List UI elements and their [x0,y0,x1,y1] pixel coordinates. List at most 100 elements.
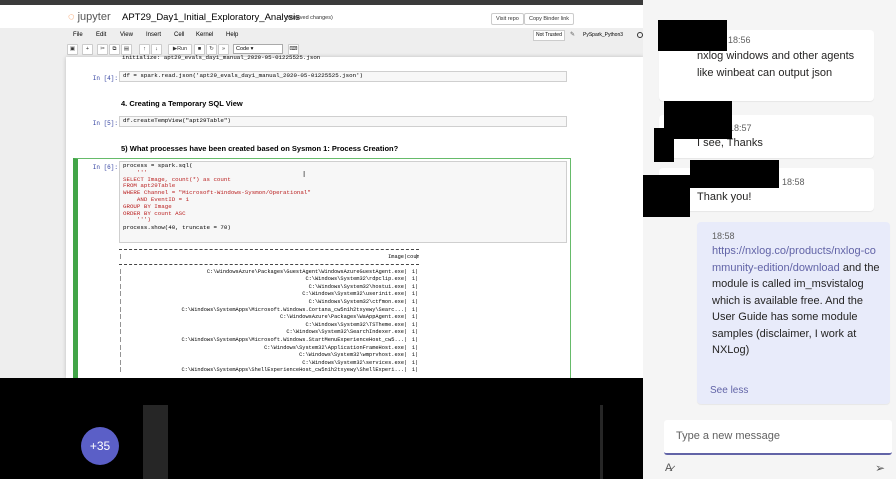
image-count: 1 [411,291,415,298]
table-row: | C:\Windows\System32\ctfmon.exe | 1 | [119,298,419,305]
cell-prompt: In [5]: [92,120,118,127]
image-path: C:\Windows\System32\services.exe [302,359,404,366]
code-cell[interactable]: df = spark.read.json('apt29_evals_day1_m… [119,71,567,82]
image-path: C:\WindowsAzure\Packages\GuestAgent\Wind… [206,268,404,275]
send-icon[interactable]: ➢ [875,461,885,475]
run-label: Run [177,46,188,52]
table-border [119,263,419,267]
redacted-sender [690,160,779,188]
message-time: 18:56 [728,35,751,45]
more-participants-badge[interactable]: +35 [81,427,119,465]
notebook-title[interactable]: APT29_Day1_Initial_Exploratory_Analysis [122,12,300,23]
redacted-sender [664,101,732,139]
image-count: 1 [411,298,415,305]
menu-edit[interactable]: Edit [96,32,106,38]
code-line: ORDER BY count ASC [123,209,186,217]
code-line: process = spark.sql( [123,162,193,169]
message-text: Thank you! [697,191,752,203]
menu-kernel[interactable]: Kernel [196,32,213,38]
not-trusted-button[interactable]: Not Trusted [533,30,565,41]
table-row: | C:\Windows\System32\SearchIndexer.exe | 1… [119,329,419,336]
code-line: SELECT Image, count(*) as count [123,175,231,183]
copy-binder-link-button[interactable]: Copy Binder link [524,13,575,25]
table-body: | C:\WindowsAzure\Packages\GuestAgent\Win… [119,269,419,375]
redacted-avatar [643,175,690,217]
image-count: 1 [411,283,415,290]
menu-insert[interactable]: Insert [146,32,161,38]
visit-repo-button[interactable]: Visit repo [491,13,524,25]
code-line: WHERE Channel = "Microsoft-Windows-Sysmo… [123,189,311,197]
cut-icon[interactable]: ✂ [97,44,108,55]
menu-file[interactable]: File [73,32,83,38]
message-body: and the module is called im_msvistalog w… [712,261,880,357]
chat-panel: 18:56 nxlog windows and other agents lik… [643,0,896,479]
save-icon[interactable]: ▣ [67,44,78,55]
image-count: 1 [411,352,415,359]
image-path: C:\Windows\System32\hostui.exe [308,283,404,290]
redacted-sender [658,20,727,51]
image-count: 1 [411,367,415,374]
image-path: C:\Windows\System32\rdpclip.exe [305,276,404,283]
image-path: C:\Windows\SystemApps\ShellExperienceHos… [181,367,404,374]
table-row: | C:\Windows\System32\TSTheme.exe | 1 | [119,321,419,328]
table-row: | C:\Windows\System32\userinit.exe | 1 | [119,291,419,298]
cell-prompt: In [6]: [92,164,118,171]
pencil-icon[interactable]: ✎ [570,31,575,38]
menu-bar: File Edit View Insert Cell Kernel Help N… [66,30,643,42]
code-cell[interactable]: df.createTempView("apt29Table") [119,116,567,127]
image-path: C:\Windows\System32\wmprvhost.exe [299,352,404,359]
section-heading: 5) What processes have been created base… [121,144,399,153]
code-line: ''') [123,216,151,224]
kernel-name: PySpark_Python3 [583,32,624,38]
participant-video [168,405,600,479]
image-count: 1 [411,276,415,283]
image-count: 1 [411,359,415,366]
table-row: | C:\WindowsAzure\Packages\WaAppAgent.exe… [119,314,419,321]
menu-cell[interactable]: Cell [174,32,184,38]
table-row: | C:\Windows\SystemApps\Microsoft.Windows… [119,336,419,343]
table-row: | C:\Windows\System32\ApplicationFrameHos… [119,344,419,351]
image-path: C:\Windows\System32\TSTheme.exe [305,321,404,328]
column-header-count: count [407,254,419,260]
unsaved-indicator: (unsaved changes) [286,15,333,21]
table-header-row: |Image|count| [119,254,419,260]
message-time: 18:58 [712,231,735,241]
table-border [119,249,419,252]
table-row: | C:\Windows\System32\rdpclip.exe | 1 | [119,276,419,283]
format-icon[interactable]: A̷ [665,462,672,474]
my-chat-message[interactable]: 18:58 https://nxlog.co/products/nxlog-co… [697,222,890,404]
image-count: 1 [411,336,415,343]
jupyter-header: ◌ jupyter APT29_Day1_Initial_Exploratory… [0,5,643,28]
section-heading: 4. Creating a Temporary SQL View [121,99,243,108]
table-row: | C:\Windows\System32\wmprvhost.exe | 1 | [119,352,419,359]
table-row: | C:\WindowsAzure\Packages\GuestAgent\Win… [119,268,419,275]
add-cell-icon[interactable]: + [82,44,93,55]
image-path: C:\Windows\System32\ctfmon.exe [308,298,404,305]
code-line: GROUP BY Image [123,202,172,210]
text-cursor-icon: I [303,170,306,179]
jupyter-logo[interactable]: ◌ jupyter [68,11,111,23]
see-less-link[interactable]: See less [710,385,748,396]
table-row: | C:\Windows\System32\hostui.exe | 1 | [119,283,419,290]
message-text: https://nxlog.co/products/nxlog-communit… [712,243,882,359]
compose-box[interactable] [664,420,892,455]
table-row: | C:\Windows\System32\services.exe | 1 | [119,359,419,366]
image-path: C:\WindowsAzure\Packages\WaAppAgent.exe [280,314,404,321]
image-count: 1 [411,344,415,351]
cell-type-select[interactable]: Code ▾ [233,44,283,54]
image-count: 1 [411,321,415,328]
column-header-image: Image [388,254,404,260]
notebook-page[interactable]: initialize: apt29_evals_day1_manual_2020… [66,54,643,378]
image-path: C:\Windows\SystemApps\Microsoft.Windows.… [181,306,404,313]
menu-view[interactable]: View [120,32,133,38]
menu-help[interactable]: Help [226,32,238,38]
sql-code-cell[interactable]: process = spark.sql( ''' SELECT Image, co… [119,161,567,243]
image-count: 1 [411,329,415,336]
message-time: 18:58 [782,177,805,187]
message-input[interactable] [676,430,876,442]
redacted-avatar [654,128,674,162]
message-text: nxlog windows and other agents like winb… [697,50,855,79]
table-row: | C:\Windows\SystemApps\ShellExperienceHo… [119,367,419,374]
message-time: 18:57 [729,123,752,133]
table-row: | C:\Windows\SystemApps\Microsoft.Windows… [119,306,419,313]
